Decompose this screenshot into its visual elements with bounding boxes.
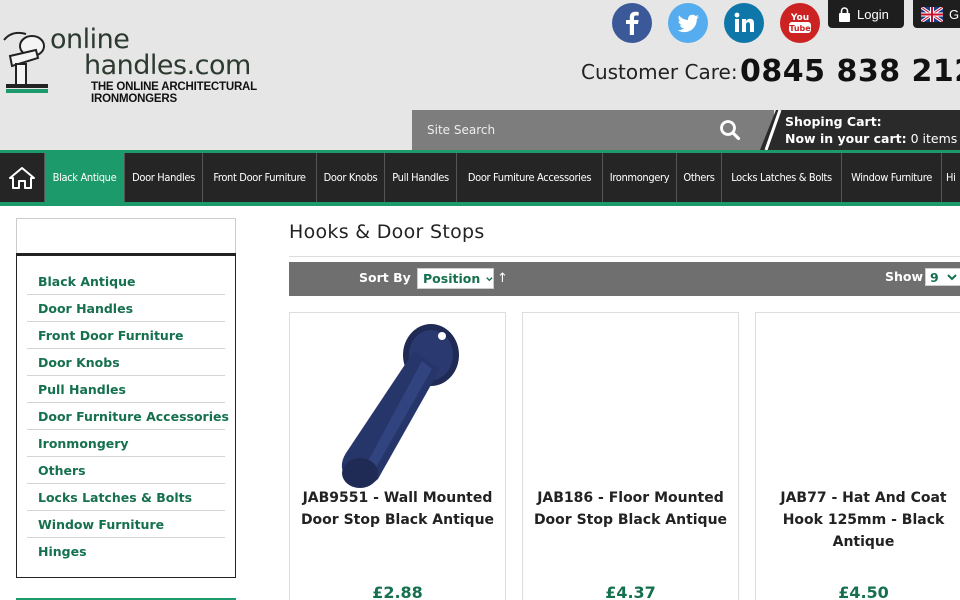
search-icon[interactable]: [718, 118, 742, 142]
show-label: Show: [885, 269, 924, 284]
page: online handles.com THE ONLINE ARCHITECTU…: [0, 0, 960, 600]
login-label: Login: [857, 6, 889, 22]
title-divider: [289, 256, 960, 257]
product-price: £2.88: [372, 583, 423, 600]
customer-care-phone[interactable]: 0845 838 212: [740, 54, 960, 89]
language-label: G: [949, 6, 960, 22]
nav-home[interactable]: [0, 153, 45, 202]
language-button[interactable]: G: [913, 0, 960, 28]
product-price: £4.37: [605, 583, 656, 600]
lock-icon: [839, 6, 850, 22]
nav-item-locks-latches-bolts[interactable]: Locks Latches & Bolts: [722, 153, 842, 202]
logo-tagline: THE ONLINE ARCHITECTURAL IRONMONGERS: [91, 81, 257, 105]
sidebar-header: [16, 218, 236, 254]
sidebar-item-black-antique[interactable]: Black Antique: [27, 268, 225, 295]
search-input[interactable]: [412, 110, 712, 150]
svg-text:You: You: [790, 13, 809, 23]
sidebar-item-pull-handles[interactable]: Pull Handles: [27, 376, 225, 403]
nav-item-door-furniture-accessories[interactable]: Door Furniture Accessories: [457, 153, 603, 202]
sidebar-item-locks-latches-bolts[interactable]: Locks Latches & Bolts: [27, 484, 225, 511]
chevron-down-icon: [946, 274, 957, 281]
main-nav: Black Antique Door Handles Front Door Fu…: [0, 150, 960, 206]
product-image[interactable]: [330, 321, 470, 489]
twitter-icon[interactable]: [668, 3, 708, 43]
home-icon: [9, 166, 35, 189]
facebook-icon[interactable]: [612, 3, 652, 43]
sidebar-item-door-furniture-accessories[interactable]: Door Furniture Accessories: [27, 403, 229, 430]
nav-item-door-handles[interactable]: Door Handles: [125, 153, 203, 202]
cart-status: 0 items £: [910, 131, 960, 146]
nav-item-window-furniture[interactable]: Window Furniture: [842, 153, 942, 202]
nav-item-door-knobs[interactable]: Door Knobs: [317, 153, 385, 202]
logo-icon: [3, 31, 48, 93]
sidebar-item-door-handles[interactable]: Door Handles: [27, 295, 225, 322]
nav-item-black-antique[interactable]: Black Antique: [45, 153, 125, 202]
svg-text:Tube: Tube: [789, 24, 811, 33]
sidebar-item-hinges[interactable]: Hinges: [27, 538, 225, 565]
sidebar-item-window-furniture[interactable]: Window Furniture: [27, 511, 225, 538]
sidebar-item-front-door-furniture[interactable]: Front Door Furniture: [27, 322, 225, 349]
chevron-down-icon: [486, 276, 493, 281]
show-select[interactable]: 9: [925, 268, 960, 286]
nav-item-hinges[interactable]: Hi: [942, 153, 960, 202]
sort-label: Sort By: [359, 270, 411, 285]
nav-item-pull-handles[interactable]: Pull Handles: [385, 153, 457, 202]
nav-item-front-door-furniture[interactable]: Front Door Furniture: [203, 153, 317, 202]
product-name[interactable]: JAB186 - Floor Mounted Door Stop Black A…: [529, 487, 732, 531]
youtube-icon[interactable]: You Tube: [780, 3, 820, 43]
category-sidebar: Black Antique Door Handles Front Door Fu…: [16, 253, 236, 578]
cart-title: Shoping Cart:: [785, 114, 882, 129]
product-card[interactable]: JAB77 - Hat And Coat Hook 125mm - Black …: [755, 312, 960, 600]
page-title: Hooks & Door Stops: [289, 221, 485, 243]
sidebar-item-others[interactable]: Others: [27, 457, 225, 484]
login-button[interactable]: Login: [828, 0, 904, 28]
cart-prefix: Now in your cart:: [785, 131, 907, 146]
product-card[interactable]: JAB9551 - Wall Mounted Door Stop Black A…: [289, 312, 506, 600]
sidebar-item-ironmongery[interactable]: Ironmongery: [27, 430, 225, 457]
sort-direction-icon[interactable]: ↑: [497, 271, 508, 286]
sidebar-item-door-knobs[interactable]: Door Knobs: [27, 349, 225, 376]
sort-select[interactable]: Position: [417, 268, 494, 289]
nav-item-ironmongery[interactable]: Ironmongery: [603, 153, 677, 202]
product-price: £4.50: [838, 583, 889, 600]
logo-text-line2: handles.com: [84, 50, 251, 81]
product-name[interactable]: JAB77 - Hat And Coat Hook 125mm - Black …: [762, 487, 960, 553]
site-logo[interactable]: online handles.com THE ONLINE ARCHITECTU…: [2, 24, 332, 105]
cart-status-line: Now in your cart: 0 items £: [785, 131, 960, 146]
product-name[interactable]: JAB9551 - Wall Mounted Door Stop Black A…: [296, 487, 499, 531]
sort-select-value: Position: [423, 271, 481, 286]
linkedin-icon[interactable]: [724, 3, 764, 43]
show-select-value: 9: [930, 269, 939, 285]
customer-care-label: Customer Care:: [581, 60, 738, 84]
product-card[interactable]: JAB186 - Floor Mounted Door Stop Black A…: [522, 312, 739, 600]
uk-flag-icon: [921, 6, 943, 22]
nav-item-others[interactable]: Others: [677, 153, 722, 202]
cart-divider: [764, 110, 782, 150]
